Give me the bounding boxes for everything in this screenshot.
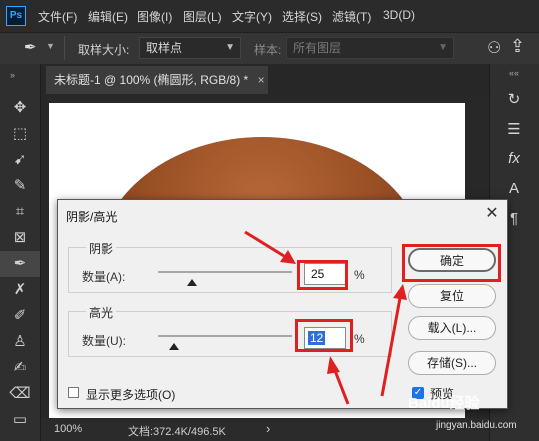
arrow-head-highlights <box>327 356 340 374</box>
annotation-arrows <box>244 230 407 405</box>
arrow-to-shadows-value <box>244 230 285 258</box>
arrow-head-shadows <box>280 250 296 264</box>
arrow-to-highlights-value <box>332 367 350 405</box>
arrow-to-ok-button <box>380 297 402 397</box>
arrow-head-ok <box>393 284 407 300</box>
baidu-watermark: Baidu经验 <box>408 395 480 412</box>
baidu-watermark-url: jingyan.baidu.com <box>436 420 517 431</box>
